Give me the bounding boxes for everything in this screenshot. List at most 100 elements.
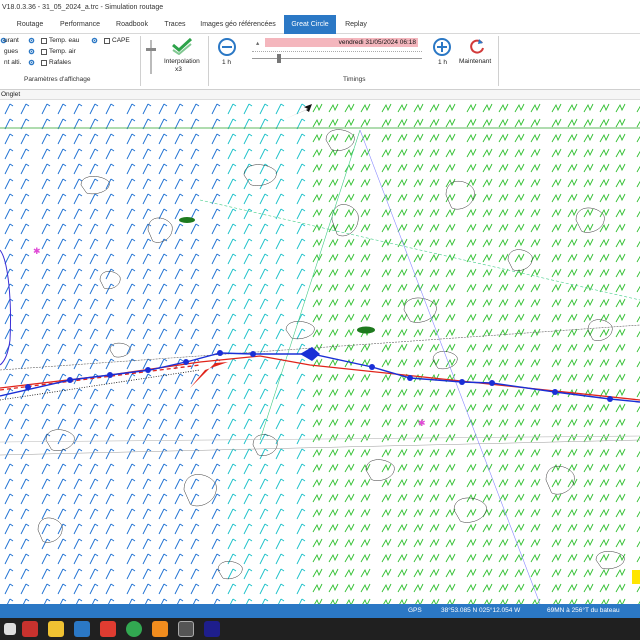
wind-barb <box>615 268 626 278</box>
app-icon-active[interactable] <box>178 621 194 637</box>
route-waypoint[interactable] <box>183 359 189 365</box>
app-icon-word[interactable] <box>204 621 220 637</box>
wind-barb <box>583 463 594 473</box>
wind-barb <box>158 178 168 190</box>
wind-barb <box>259 238 269 250</box>
now-button[interactable]: Maintenant <box>459 58 491 65</box>
option-vent-alti[interactable]: nt alti. <box>4 59 21 66</box>
app-icon-orange[interactable] <box>152 621 168 637</box>
route-waypoint[interactable] <box>107 372 113 378</box>
wind-barb <box>615 388 626 398</box>
folder-icon[interactable] <box>48 621 64 637</box>
tab-roadbook[interactable]: Roadbook <box>110 15 154 34</box>
route-waypoint[interactable] <box>489 380 495 386</box>
wind-barb <box>466 208 477 218</box>
chevron-up-icon[interactable]: ▴ <box>256 39 259 47</box>
route-waypoint[interactable] <box>25 384 31 390</box>
wind-barb <box>466 148 477 158</box>
tab-performance[interactable]: Performance <box>55 15 105 34</box>
gear-icon[interactable] <box>28 59 35 66</box>
route-waypoint[interactable] <box>552 389 558 395</box>
wind-barb <box>296 208 306 220</box>
plus-circle-icon[interactable] <box>432 37 452 57</box>
cape-checkbox[interactable] <box>104 38 110 44</box>
wind-barb <box>381 223 392 233</box>
wind-barb <box>142 388 152 400</box>
wind-barb <box>190 553 200 565</box>
route-waypoint[interactable] <box>145 367 151 373</box>
vertical-slider-track[interactable] <box>150 40 152 74</box>
interpolation-value[interactable]: x3 <box>175 66 182 73</box>
tab-images-geo[interactable]: Images géo référencées <box>196 15 280 34</box>
tab-great-circle[interactable]: Great Circle <box>284 15 336 34</box>
rafales-checkbox[interactable] <box>41 60 47 66</box>
route-waypoint[interactable] <box>407 375 413 381</box>
wind-barb <box>312 163 323 173</box>
interpolation-check-icon[interactable] <box>171 37 193 55</box>
interpolation-label[interactable]: Interpolation <box>164 58 200 65</box>
route-waypoint[interactable] <box>67 377 73 383</box>
time-slider-thumb[interactable] <box>277 54 281 63</box>
wind-barb <box>583 523 594 533</box>
route-waypoint[interactable] <box>217 350 223 356</box>
route-waypoint[interactable] <box>250 351 256 357</box>
wind-barb <box>20 298 30 310</box>
tab-routage[interactable]: Routage <box>10 15 50 34</box>
temp-air-checkbox[interactable] <box>41 49 47 55</box>
wind-barb <box>158 283 168 295</box>
temp-eau-label: Temp. eau <box>49 37 80 44</box>
status-position: 38°53.085 N 025°12.054 W <box>441 607 521 614</box>
waypoint-diamond-icon[interactable] <box>300 347 320 361</box>
wind-barb <box>89 463 99 475</box>
wind-barb <box>243 313 253 325</box>
option-courant[interactable]: urant <box>4 37 19 44</box>
chrome-icon[interactable] <box>126 621 142 637</box>
wind-barb <box>567 223 578 233</box>
wind-barb <box>567 553 578 563</box>
route-waypoint[interactable] <box>459 379 465 385</box>
search-icon[interactable] <box>4 623 16 635</box>
minus-circle-icon[interactable] <box>217 37 237 57</box>
temp-eau-checkbox[interactable] <box>41 38 47 44</box>
vertical-slider-thumb[interactable] <box>146 48 156 51</box>
step-forward-label[interactable]: 1 h <box>438 59 447 66</box>
wind-barb <box>158 163 168 175</box>
option-vagues[interactable]: gues <box>4 48 18 55</box>
tab-traces[interactable]: Traces <box>160 15 190 34</box>
wind-barb <box>89 508 99 520</box>
wind-barb <box>445 298 456 308</box>
wind-barb <box>275 343 285 355</box>
map-canvas[interactable]: ✱ ✱ <box>0 100 640 604</box>
wind-barb <box>41 358 51 370</box>
route-waypoint[interactable] <box>369 364 375 370</box>
wind-barb <box>89 403 99 415</box>
step-back-label[interactable]: 1 h <box>222 59 231 66</box>
gear-icon[interactable] <box>28 48 35 55</box>
wind-barb <box>142 538 152 550</box>
wind-barb <box>174 508 184 520</box>
wind-barb <box>615 148 626 158</box>
date-time-display[interactable]: vendredi 31/05/2024 06:18 <box>265 38 418 47</box>
gear-icon[interactable] <box>28 37 35 44</box>
route-waypoint[interactable] <box>607 396 613 402</box>
wind-barb <box>567 193 578 203</box>
gear-icon[interactable] <box>91 37 98 44</box>
wind-barb <box>466 373 477 383</box>
wind-barb <box>599 538 610 548</box>
wind-barb <box>344 583 355 593</box>
refresh-icon[interactable] <box>468 37 486 55</box>
wind-barb <box>105 328 115 340</box>
wind-barb <box>615 463 626 473</box>
app-icon-red[interactable] <box>22 621 38 637</box>
wind-barb <box>530 568 541 578</box>
wind-barb <box>514 148 525 158</box>
wind-barb <box>259 253 269 265</box>
app-icon-pdf[interactable] <box>100 621 116 637</box>
panel-tab[interactable]: Onglet <box>1 90 20 100</box>
app-icon-blue[interactable] <box>74 621 90 637</box>
wind-barb <box>41 403 51 415</box>
tab-replay[interactable]: Replay <box>340 15 372 34</box>
wind-barb <box>190 193 200 205</box>
map-view[interactable]: ✱ ✱ <box>0 100 640 604</box>
wind-barb <box>259 493 269 505</box>
